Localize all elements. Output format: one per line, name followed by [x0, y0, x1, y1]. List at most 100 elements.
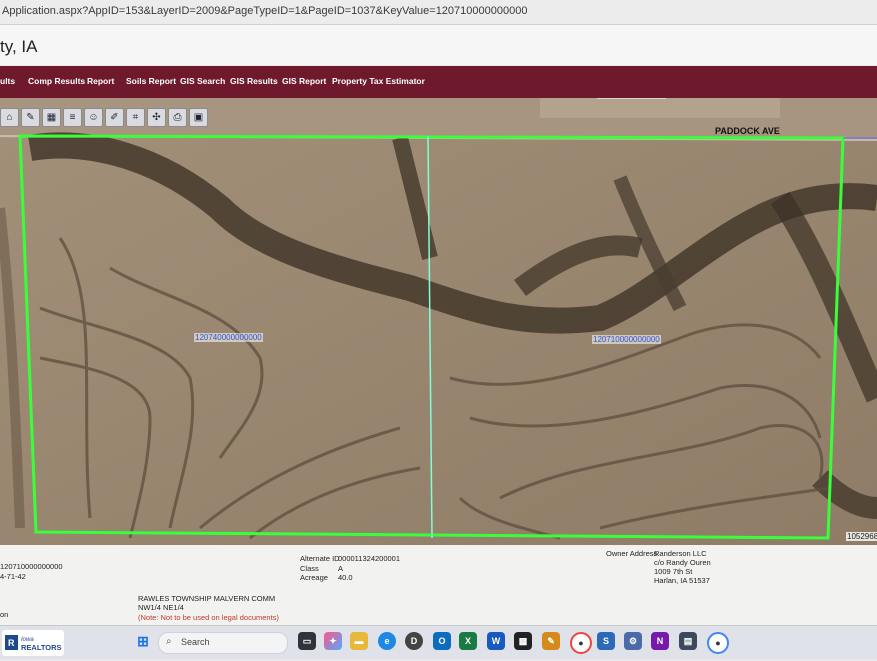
dell-button[interactable]: D	[405, 632, 423, 650]
draw-tool-button[interactable]: ✎	[21, 108, 40, 127]
class-value: A	[338, 564, 344, 573]
parcel-id: 120710000000000	[0, 562, 63, 571]
windows-icon: ⊞	[137, 632, 149, 649]
start-button[interactable]: ⊞	[134, 632, 152, 650]
app-button-1[interactable]: ▩	[514, 632, 532, 650]
excel-button[interactable]: X	[459, 632, 477, 650]
home-tool-button[interactable]: ⌂	[0, 108, 19, 127]
search-icon: ⌕	[166, 636, 172, 647]
owner-street: 1009 7th St	[654, 567, 693, 576]
task-view-icon: ▭	[302, 635, 312, 646]
parcel-info-panel: 120710000000000 4-71-42 on Alternate ID …	[0, 545, 877, 625]
chrome-icon: ●	[578, 638, 584, 648]
nav-item-soils-report[interactable]: Soils Report	[126, 76, 176, 86]
person-icon: ☺	[88, 112, 99, 123]
file-explorer-button[interactable]: ▬	[350, 632, 368, 650]
main-nav: ults Comp Results Report Soils Report GI…	[0, 66, 877, 98]
save-tool-button[interactable]: ▣	[189, 108, 208, 127]
nav-item-comp-results[interactable]: Comp Results	[28, 76, 85, 86]
print-icon: ⎙	[173, 112, 182, 123]
realtors-mark: R Iowa REALTORS	[5, 635, 62, 652]
word-icon: W	[491, 636, 501, 646]
owner-name: Randerson LLC	[654, 549, 707, 558]
nav-item-gis-report[interactable]: GIS Report	[282, 76, 326, 86]
onenote-button[interactable]: N	[651, 632, 669, 650]
left-fragment-text: on	[0, 610, 9, 619]
copilot-button[interactable]: ✦	[324, 632, 342, 650]
app-icon: ✎	[547, 635, 555, 646]
chrome-icon: ●	[715, 638, 721, 648]
legal-line-2: NW1/4 NE1/4	[138, 603, 184, 612]
parcel-label-north: 120650000000000	[597, 98, 666, 99]
parcel-label-west: 120740000000000	[194, 333, 263, 342]
task-view-button[interactable]: ▭	[298, 632, 316, 650]
dell-icon: D	[410, 636, 418, 646]
page-title: ty, IA	[0, 37, 38, 56]
edge-icon: e	[384, 636, 390, 646]
alternate-id-label: Alternate ID	[300, 554, 340, 563]
map-view[interactable]: 120650000000000 PADDOCK AVE 120740000000…	[0, 98, 877, 545]
select-tool-button[interactable]: ⌗	[126, 108, 145, 127]
excel-icon: X	[464, 636, 471, 646]
chrome-profile-button[interactable]: ●	[707, 632, 729, 654]
print-tool-button[interactable]: ⎙	[168, 108, 187, 127]
home-icon: ⌂	[6, 112, 13, 123]
acreage-value: 40.0	[338, 573, 353, 582]
nav-item-property-tax-estimator[interactable]: Property Tax Estimator	[332, 76, 425, 86]
map-icon: ▦	[46, 112, 57, 123]
map-tool-button[interactable]: ▦	[42, 108, 61, 127]
road-label: PADDOCK AVE	[715, 126, 780, 136]
svg-text:R: R	[8, 638, 15, 648]
owner-care-of: c/o Randy Ouren	[654, 558, 711, 567]
parcel-label-east: 120710000000000	[592, 335, 661, 344]
taskbar-search[interactable]: ⌕ Search	[158, 632, 288, 654]
legal-line-1: RAWLES TOWNSHIP MALVERN COMM	[138, 594, 276, 603]
os-taskbar: ⊞ ⌕ Search ▭ ✦ ▬ e D O X W ▩ ✎ ● S ⚙ N ▤…	[0, 625, 877, 659]
ruler-icon: ✐	[110, 112, 119, 123]
measure-tool-button[interactable]: ✐	[105, 108, 124, 127]
word-button[interactable]: W	[487, 632, 505, 650]
acreage-label: Acreage	[300, 573, 328, 582]
url-text: Application.aspx?AppID=153&LayerID=2009&…	[2, 5, 528, 17]
map-edge-number: 1052968	[846, 532, 877, 541]
app-button-5[interactable]: ▤	[679, 632, 697, 650]
app-header: ty, IA	[0, 25, 877, 65]
map-toolbar: ⌂ ✎ ▦ ≡ ☺ ✐ ⌗ ✣ ⎙ ▣	[0, 108, 208, 128]
app-icon: S	[602, 636, 609, 646]
layers-icon: ≡	[69, 112, 76, 123]
select-icon: ⌗	[132, 112, 139, 123]
nav-item-gis-results[interactable]: GIS Results	[230, 76, 278, 86]
copilot-icon: ✦	[329, 635, 337, 646]
person-tool-button[interactable]: ☺	[84, 108, 103, 127]
nav-item-results[interactable]: ults	[0, 76, 15, 86]
chrome-button[interactable]: ●	[570, 632, 592, 654]
app-icon: ▤	[683, 635, 693, 646]
app-button-3[interactable]: S	[597, 632, 615, 650]
class-label: Class	[300, 564, 319, 573]
owner-city: Harlan, IA 51537	[654, 576, 710, 585]
browser-url-bar[interactable]: Application.aspx?AppID=153&LayerID=2009&…	[0, 0, 877, 25]
outlook-button[interactable]: O	[433, 632, 451, 650]
owner-address-label: Owner Address	[606, 549, 658, 558]
nav-item-gis-search[interactable]: GIS Search	[180, 76, 225, 86]
edge-button[interactable]: e	[378, 632, 396, 650]
identify-icon: ✣	[152, 112, 161, 123]
aerial-map-image	[0, 98, 877, 545]
onenote-icon: N	[656, 636, 664, 646]
pencil-icon: ✎	[26, 112, 35, 123]
taskbar-search-label: Search	[181, 637, 210, 647]
save-icon: ▣	[193, 112, 204, 123]
app-button-4[interactable]: ⚙	[624, 632, 642, 650]
app-icon: ▩	[518, 635, 528, 646]
nav-item-report[interactable]: Report	[87, 76, 114, 86]
alternate-id-value: 000011324200001	[338, 554, 401, 563]
outlook-icon: O	[438, 636, 446, 646]
app-button-2[interactable]: ✎	[542, 632, 560, 650]
app-icon: ⚙	[628, 635, 638, 646]
folder-icon: ▬	[354, 636, 364, 646]
realtors-logo: R Iowa REALTORS	[2, 630, 64, 656]
legal-note: (Note: Not to be used on legal documents…	[138, 613, 279, 622]
layers-tool-button[interactable]: ≡	[63, 108, 82, 127]
identify-tool-button[interactable]: ✣	[147, 108, 166, 127]
svg-text:REALTORS: REALTORS	[21, 643, 62, 652]
